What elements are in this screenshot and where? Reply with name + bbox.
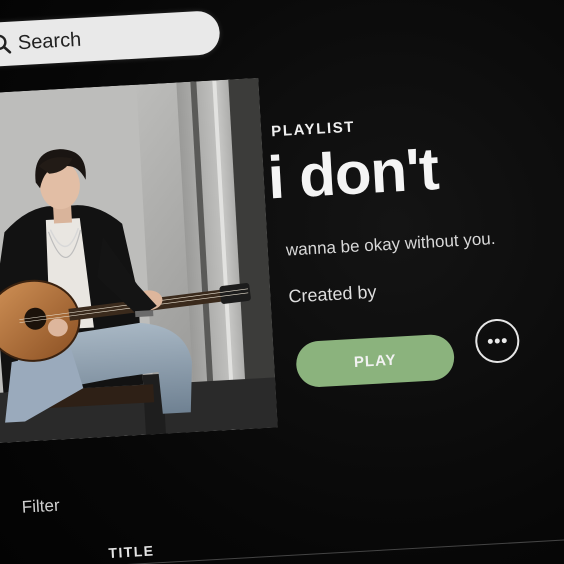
playlist-type-label: PLAYLIST bbox=[270, 118, 356, 141]
search-input[interactable]: Search bbox=[0, 10, 221, 68]
filter-input[interactable]: Filter bbox=[21, 496, 60, 518]
more-options-button[interactable] bbox=[474, 317, 521, 365]
more-options-icon bbox=[486, 331, 509, 350]
playlist-description: wanna be okay without you. bbox=[285, 228, 496, 260]
playlist-cover-image bbox=[0, 77, 278, 444]
app-window: Search PLAYLIST i don't wanna be okay wi… bbox=[0, 0, 564, 564]
search-label: Search bbox=[17, 28, 82, 54]
search-icon bbox=[0, 28, 17, 60]
playlist-page: Search PLAYLIST i don't wanna be okay wi… bbox=[0, 0, 564, 564]
created-by-label: Created by bbox=[287, 281, 377, 307]
playlist-title: i don't bbox=[265, 135, 440, 212]
column-header-title[interactable]: TITLE bbox=[108, 542, 155, 561]
play-button[interactable]: PLAY bbox=[295, 333, 456, 389]
header-divider bbox=[97, 536, 564, 564]
